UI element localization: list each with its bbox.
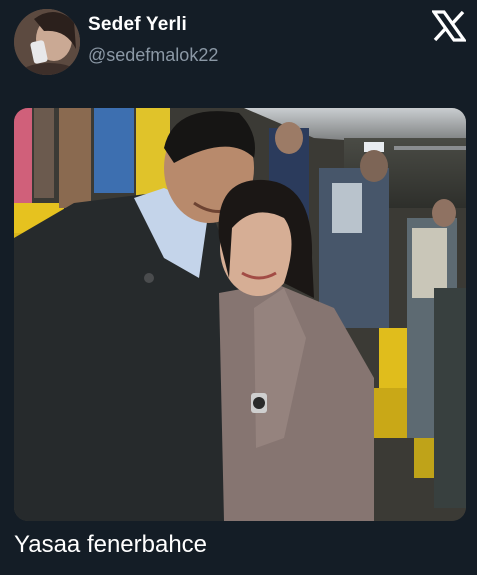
author-handle[interactable]: @sedefmalok22	[88, 45, 218, 66]
author-avatar[interactable]	[14, 9, 80, 75]
tweet-card: Sedef Yerli @sedefmalok22 Yasaa fenerbah…	[0, 0, 477, 575]
stadium-photo	[14, 108, 466, 521]
x-logo-icon[interactable]	[432, 10, 466, 42]
tweet-photo[interactable]	[14, 108, 466, 521]
avatar-image	[14, 9, 80, 75]
author-display-name[interactable]: Sedef Yerli	[88, 14, 187, 36]
tweet-text: Yasaa fenerbahce	[14, 531, 208, 558]
